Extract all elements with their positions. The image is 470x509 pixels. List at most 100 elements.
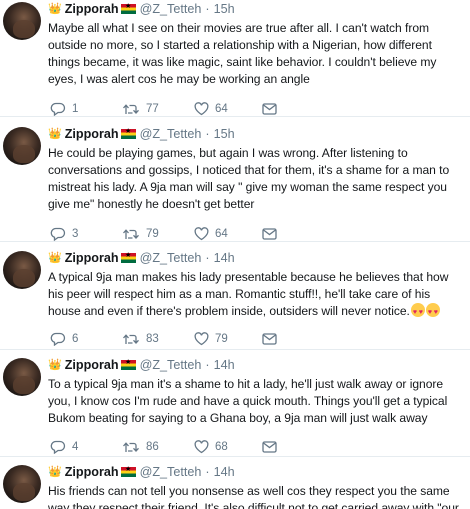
- user-handle[interactable]: @Z_Tetteh: [140, 127, 202, 141]
- tweet-header: 👑 Zipporah ★ @Z_Tetteh · 14h: [48, 249, 464, 267]
- timestamp[interactable]: 14h: [214, 358, 235, 372]
- retweet-button[interactable]: 77: [122, 102, 194, 116]
- reply-icon: [50, 440, 66, 454]
- heart-icon: [194, 332, 209, 346]
- like-button[interactable]: 64: [194, 102, 262, 116]
- heart-eyes-emoji-icon: [425, 303, 440, 321]
- tweet-text: To a typical 9ja man it's a shame to hit…: [48, 377, 448, 425]
- crown-emoji-icon: 👑: [48, 127, 62, 140]
- tweet-header: 👑 Zipporah ★ @Z_Tetteh · 15h: [48, 0, 464, 18]
- ghana-flag-icon: ★: [120, 252, 136, 263]
- user-handle[interactable]: @Z_Tetteh: [140, 251, 202, 265]
- reply-button[interactable]: 4: [50, 440, 122, 454]
- retweet-button[interactable]: 83: [122, 332, 194, 346]
- display-name[interactable]: Zipporah: [65, 465, 119, 479]
- separator-dot: ·: [205, 2, 210, 16]
- display-name[interactable]: Zipporah: [65, 358, 119, 372]
- crown-emoji-icon: 👑: [48, 2, 62, 15]
- reply-button[interactable]: 1: [50, 102, 122, 116]
- like-count: 64: [215, 228, 228, 240]
- crown-emoji-icon: 👑: [48, 251, 62, 264]
- avatar[interactable]: [3, 2, 41, 40]
- display-name[interactable]: Zipporah: [65, 251, 119, 265]
- dm-button[interactable]: [262, 228, 277, 240]
- reply-icon: [50, 102, 66, 116]
- like-button[interactable]: 68: [194, 440, 262, 454]
- tweet-text: His friends can not tell you nonsense as…: [48, 484, 459, 509]
- timestamp[interactable]: 15h: [214, 2, 235, 16]
- tweet-header: 👑 Zipporah ★ @Z_Tetteh · 14h: [48, 356, 464, 374]
- tweet-header: 👑 Zipporah ★ @Z_Tetteh · 14h: [48, 463, 464, 481]
- tweet[interactable]: 👑 Zipporah ★ @Z_Tetteh · 14h A typical 9…: [0, 249, 470, 350]
- reply-button[interactable]: 3: [50, 227, 122, 241]
- envelope-icon: [262, 441, 277, 453]
- heart-icon: [194, 102, 209, 116]
- heart-icon: [194, 227, 209, 241]
- tweet[interactable]: 👑 Zipporah ★ @Z_Tetteh · 15h He could be…: [0, 125, 470, 242]
- retweet-button[interactable]: 79: [122, 227, 194, 241]
- retweet-icon: [123, 442, 139, 452]
- like-count: 64: [215, 103, 228, 115]
- reply-count: 6: [72, 333, 79, 345]
- envelope-icon: [262, 228, 277, 240]
- tweet[interactable]: 👑 Zipporah ★ @Z_Tetteh · 15h Maybe all w…: [0, 0, 470, 117]
- tweet[interactable]: 👑 Zipporah ★ @Z_Tetteh · 14h His friends…: [0, 463, 470, 509]
- ghana-flag-icon: ★: [120, 128, 136, 139]
- heart-icon: [194, 440, 209, 454]
- timestamp[interactable]: 14h: [214, 465, 235, 479]
- avatar[interactable]: [3, 465, 41, 503]
- tweet-actions: 1 77 64: [48, 100, 464, 118]
- retweet-count: 83: [146, 333, 159, 345]
- ghana-flag-icon: ★: [120, 466, 136, 477]
- timestamp[interactable]: 14h: [214, 251, 235, 265]
- display-name[interactable]: Zipporah: [65, 127, 119, 141]
- reply-button[interactable]: 6: [50, 332, 122, 346]
- separator-dot: ·: [205, 465, 210, 479]
- tweet-actions: 6 83 79: [48, 330, 464, 348]
- tweet-text-body: A typical 9ja man makes his lady present…: [48, 270, 449, 318]
- reply-count: 1: [72, 103, 79, 115]
- reply-count: 3: [72, 228, 79, 240]
- separator-dot: ·: [205, 127, 210, 141]
- like-button[interactable]: 79: [194, 332, 262, 346]
- envelope-icon: [262, 103, 277, 115]
- user-handle[interactable]: @Z_Tetteh: [140, 465, 202, 479]
- retweet-count: 79: [146, 228, 159, 240]
- like-count: 79: [215, 333, 228, 345]
- envelope-icon: [262, 333, 277, 345]
- reply-count: 4: [72, 441, 79, 453]
- avatar[interactable]: [3, 127, 41, 165]
- tweet-feed: 👑 Zipporah ★ @Z_Tetteh · 15h Maybe all w…: [0, 0, 470, 509]
- retweet-icon: [123, 104, 139, 114]
- retweet-icon: [123, 334, 139, 344]
- user-handle[interactable]: @Z_Tetteh: [140, 2, 202, 16]
- retweet-count: 86: [146, 441, 159, 453]
- like-button[interactable]: 64: [194, 227, 262, 241]
- avatar[interactable]: [3, 358, 41, 396]
- separator-dot: ·: [205, 251, 210, 265]
- tweet-actions: 4 86 68: [48, 438, 464, 456]
- dm-button[interactable]: [262, 441, 277, 453]
- retweet-count: 77: [146, 103, 159, 115]
- tweet-actions: 3 79 64: [48, 225, 464, 243]
- crown-emoji-icon: 👑: [48, 358, 62, 371]
- user-handle[interactable]: @Z_Tetteh: [140, 358, 202, 372]
- reply-icon: [50, 227, 66, 241]
- tweet-header: 👑 Zipporah ★ @Z_Tetteh · 15h: [48, 125, 464, 143]
- reply-icon: [50, 332, 66, 346]
- tweet-text: He could be playing games, but again I w…: [48, 146, 450, 211]
- dm-button[interactable]: [262, 333, 277, 345]
- tweet[interactable]: 👑 Zipporah ★ @Z_Tetteh · 14h To a typica…: [0, 356, 470, 457]
- heart-eyes-emoji-icon: [410, 303, 425, 321]
- ghana-flag-icon: ★: [120, 3, 136, 14]
- separator-dot: ·: [205, 358, 210, 372]
- dm-button[interactable]: [262, 103, 277, 115]
- tweet-text: Maybe all what I see on their movies are…: [48, 21, 437, 86]
- retweet-icon: [123, 229, 139, 239]
- like-count: 68: [215, 441, 228, 453]
- crown-emoji-icon: 👑: [48, 465, 62, 478]
- avatar[interactable]: [3, 251, 41, 289]
- retweet-button[interactable]: 86: [122, 440, 194, 454]
- timestamp[interactable]: 15h: [214, 127, 235, 141]
- display-name[interactable]: Zipporah: [65, 2, 119, 16]
